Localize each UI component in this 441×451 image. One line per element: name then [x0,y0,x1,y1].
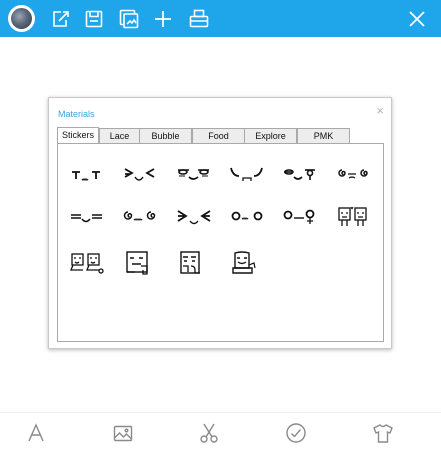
sticker-o-o-face[interactable] [228,204,266,230]
sticker-sneer-face[interactable] [281,161,319,187]
share-icon[interactable] [48,7,72,31]
close-icon[interactable] [405,7,429,31]
tab-bubble[interactable]: Bubble [139,128,192,143]
tab-stickers[interactable]: Stickers [57,127,99,143]
avatar[interactable] [8,5,35,32]
sticker-sleepy-face[interactable] [68,204,106,230]
tshirt-icon[interactable] [371,421,395,445]
image-icon[interactable] [111,421,135,445]
sticker-hiding-character[interactable] [121,250,159,276]
text-icon[interactable] [24,421,48,445]
check-circle-icon[interactable] [284,421,308,445]
gallery-icon[interactable] [117,7,141,31]
sticker-angry-face[interactable] [175,204,213,230]
sticker-two-smilers[interactable] [68,250,106,276]
add-icon[interactable] [151,7,175,31]
tab-pmk[interactable]: PMK [297,128,350,143]
dialog-close-button[interactable]: × [376,104,384,117]
sticker-squint-face[interactable] [121,161,159,187]
bottom-toolbar [0,412,441,451]
sticker-swirl-face[interactable] [121,204,159,230]
tab-explore[interactable]: Explore [244,128,297,143]
save-icon[interactable] [82,7,106,31]
print-icon[interactable] [187,7,211,31]
sticker-sitting-character[interactable] [228,250,266,276]
stickers-panel [57,143,384,342]
materials-dialog: Materials × Stickers Lace Bubble Food Ex… [48,97,392,349]
sticker-cool-face[interactable] [175,161,213,187]
top-toolbar [0,0,441,37]
scissors-icon[interactable] [197,421,221,445]
sticker-peeking-character[interactable] [175,250,213,276]
tab-food[interactable]: Food [192,128,245,143]
sticker-crying-face[interactable] [228,161,266,187]
sticker-dizzy-face[interactable] [334,161,372,187]
sticker-t-t-face[interactable] [68,161,106,187]
tab-lace[interactable]: Lace [99,128,140,143]
dialog-title: Materials [58,109,95,119]
sticker-two-friends[interactable] [334,204,372,230]
sticker-surprised-face[interactable] [281,204,319,230]
